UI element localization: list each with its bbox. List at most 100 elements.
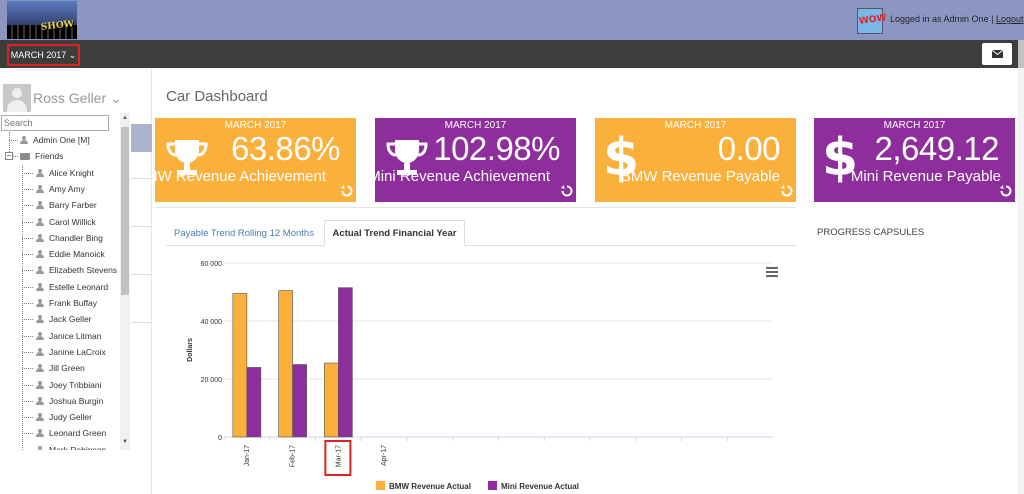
- tree-item-label: Mark Robinson: [49, 444, 107, 450]
- avatar-text: WOW: [858, 13, 888, 27]
- person-icon: [36, 396, 44, 405]
- actual-trend-chart: 0 20 000 40 000 60 000 Dollars Jan-17 Feb-17 Ma…: [187, 261, 773, 491]
- sidebar: Ross Geller ⌄ Admin One [M] Friends − Alice…: [0, 68, 152, 494]
- sidebar-divider: [131, 226, 152, 227]
- person-icon: [36, 282, 44, 291]
- tree-connector: [22, 433, 33, 435]
- tree-item-label: Admin One [M]: [33, 135, 90, 145]
- tree-item-label: Janice Litman: [49, 330, 102, 341]
- envelope-icon: [991, 50, 1003, 58]
- app-logo[interactable]: SHOW: [7, 1, 77, 39]
- mail-button[interactable]: [982, 43, 1012, 65]
- tree-connector: [22, 254, 33, 256]
- tree-item[interactable]: Frank Buffay: [36, 295, 97, 311]
- y-axis-label: Dollars: [187, 338, 194, 362]
- card-bmw-payable[interactable]: MARCH 2017 $ 0.00 BMW Revenue Payable: [595, 118, 796, 202]
- card-bmw-achievement[interactable]: MARCH 2017 63.86% BMW Revenue Achievemen…: [155, 118, 356, 202]
- tree-item[interactable]: Estelle Leonard: [36, 279, 108, 295]
- tree-item-label: Jill Green: [49, 363, 85, 374]
- tree-item[interactable]: Joey Tribbiani: [36, 377, 101, 393]
- tree-item-label: Janine LaCroix: [49, 346, 106, 357]
- month-selector-button[interactable]: MARCH 2017 ⌄: [7, 44, 80, 66]
- tree-item-label: Frank Buffay: [49, 298, 98, 308]
- tree-folder[interactable]: Friends: [20, 148, 63, 164]
- person-icon: [36, 168, 44, 177]
- refresh-icon[interactable]: [1000, 185, 1012, 197]
- tree-item-label: Eddie Manoick: [49, 249, 105, 260]
- sidebar-divider: [131, 322, 152, 323]
- tree-item[interactable]: Amy Amy: [36, 181, 85, 197]
- person-icon: [36, 201, 44, 210]
- scroll-down-icon[interactable]: ▼: [122, 439, 128, 445]
- tree-item[interactable]: Elizabeth Stevens: [36, 262, 117, 278]
- chart-menu-icon[interactable]: [766, 267, 778, 277]
- card-value: 0.00: [717, 130, 781, 167]
- tree-item[interactable]: Carol Willick: [36, 214, 96, 230]
- x-tick-label: Feb-17: [290, 445, 297, 467]
- tree-item-label: Elizabeth Stevens: [49, 265, 118, 276]
- tree-connector: [22, 368, 33, 370]
- tree-item[interactable]: Janice Litman: [36, 328, 101, 344]
- bar: [338, 287, 353, 438]
- tree-item[interactable]: Jack Geller: [36, 311, 92, 327]
- tree-connector: [22, 164, 23, 450]
- tree-item[interactable]: Leonard Green: [36, 425, 106, 441]
- logout-link[interactable]: Logout: [996, 14, 1024, 24]
- tree-search-input[interactable]: [1, 115, 109, 131]
- person-icon: [36, 429, 44, 438]
- refresh-icon[interactable]: [781, 185, 793, 197]
- page-scrollbar-thumb[interactable]: [1018, 40, 1024, 68]
- user-avatar[interactable]: WOW: [857, 8, 887, 34]
- tree-item[interactable]: Chandler Bing: [36, 230, 103, 246]
- tree-item-label: Carol Willick: [49, 216, 96, 227]
- bar: [232, 293, 248, 438]
- card-value: 102.98%: [433, 130, 560, 167]
- tree-item-label: Jack Geller: [49, 314, 92, 325]
- user-tree: Admin One [M] Friends − Alice Knight Amy Amy…: [0, 132, 120, 450]
- user-menu[interactable]: Ross Geller ⌄: [3, 84, 122, 112]
- content-divider: [156, 207, 796, 208]
- tab-payable-trend[interactable]: Payable Trend Rolling 12 Months: [166, 220, 322, 246]
- tree-connector: [22, 237, 33, 239]
- page-scrollbar[interactable]: [1018, 40, 1024, 494]
- tree-item[interactable]: Jill Green: [36, 360, 85, 376]
- tree-item-label: Leonard Green: [49, 428, 107, 439]
- tree-scrollbar-thumb[interactable]: [121, 127, 129, 295]
- person-icon: [36, 347, 44, 356]
- tree-item-label: Joey Tribbiani: [49, 379, 102, 390]
- person-icon: [36, 217, 44, 226]
- person-icon: [36, 331, 44, 340]
- legend-label: BMW Revenue Actual: [389, 482, 471, 491]
- collapse-toggle-icon[interactable]: −: [5, 152, 13, 161]
- folder-icon: [20, 152, 30, 160]
- tree-connector: [9, 140, 18, 141]
- login-status: Logged in as Admin One | Logout: [890, 14, 1023, 24]
- refresh-icon[interactable]: [561, 185, 573, 197]
- tree-item[interactable]: Joshua Burgin: [36, 393, 103, 409]
- x-tick-label: Mar-17: [335, 445, 342, 467]
- person-icon: [36, 233, 44, 242]
- page-title: Car Dashboard: [166, 88, 268, 105]
- tree-connector: [22, 221, 33, 223]
- person-icon: [36, 413, 44, 422]
- tree-scrollbar[interactable]: ▲ ▼: [120, 113, 130, 450]
- tree-connector: [22, 270, 33, 272]
- person-icon: [36, 184, 44, 193]
- tree-item[interactable]: Admin One [M]: [20, 132, 90, 148]
- refresh-icon[interactable]: [341, 185, 353, 197]
- card-mini-payable[interactable]: MARCH 2017 $ 2,649.12 Mini Revenue Payab…: [814, 118, 1015, 202]
- card-mini-achievement[interactable]: MARCH 2017 102.98% Mini Revenue Achievem…: [375, 118, 576, 202]
- tree-item[interactable]: Eddie Manoick: [36, 246, 105, 262]
- tree-item[interactable]: Barry Farber: [36, 197, 97, 213]
- person-icon: [20, 136, 28, 144]
- tree-item[interactable]: Mark Robinson: [36, 442, 106, 450]
- bar: [292, 364, 307, 438]
- tree-item[interactable]: Alice Knight: [36, 165, 94, 181]
- user-name[interactable]: Ross Geller ⌄: [33, 90, 122, 107]
- scroll-up-icon[interactable]: ▲: [122, 115, 128, 121]
- tree-item[interactable]: Judy Geller: [36, 409, 92, 425]
- bar: [278, 290, 293, 438]
- tree-item[interactable]: Janine LaCroix: [36, 344, 106, 360]
- tab-actual-trend[interactable]: Actual Trend Financial Year: [324, 220, 465, 246]
- sidebar-divider: [131, 178, 152, 179]
